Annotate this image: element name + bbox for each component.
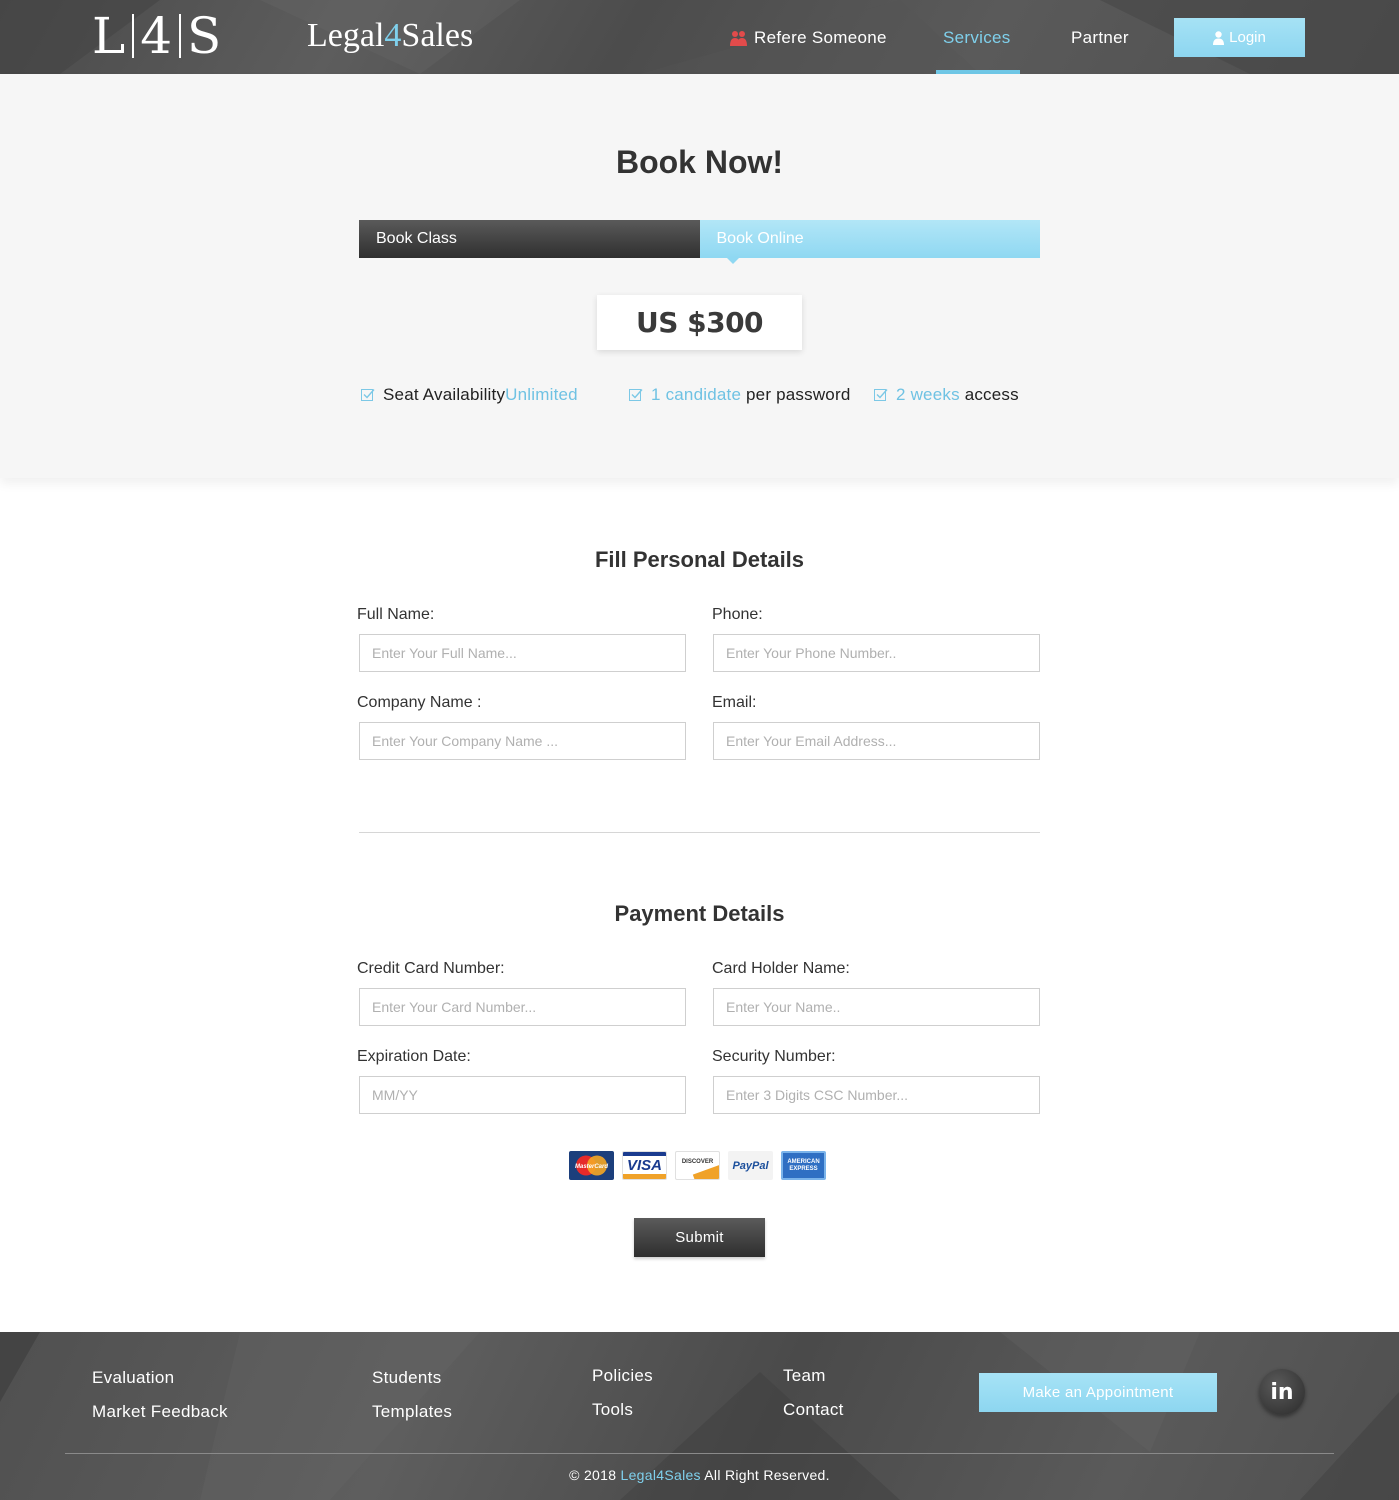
nav-partner[interactable]: Partner — [1071, 27, 1129, 49]
mastercard-text: MasterCard — [575, 1164, 608, 1170]
active-tab-arrow — [726, 258, 739, 264]
copyright: © 2018 Legal4Sales All Right Reserved. — [0, 1467, 1399, 1483]
logo-divider — [179, 14, 182, 58]
login-label: Login — [1229, 29, 1266, 46]
brand-name-num: 4 — [384, 17, 402, 54]
footer-link-market-feedback[interactable]: Market Feedback — [92, 1401, 228, 1423]
footer-link-policies[interactable]: Policies — [592, 1365, 653, 1387]
brand-name-pre: Legal — [307, 17, 385, 54]
tab-book-online-label: Book Online — [716, 230, 804, 247]
visa-icon: VISA — [622, 1151, 667, 1180]
expiration-date-input[interactable] — [359, 1076, 686, 1114]
site-header: L 4 S Legal4Sales Refere Someone Service… — [0, 0, 1399, 74]
security-number-input[interactable] — [713, 1076, 1040, 1114]
nav-services[interactable]: Services — [943, 27, 1011, 49]
feature-text: per password — [741, 385, 851, 404]
footer-link-team[interactable]: Team — [783, 1365, 826, 1387]
site-footer: Evaluation Market Feedback Students Temp… — [0, 1332, 1399, 1500]
mastercard-icon: MasterCard — [569, 1151, 614, 1180]
feature-highlight: 2 weeks — [896, 385, 960, 404]
feature-seat-availability: Seat Availability Unlimited — [361, 384, 578, 406]
mastercard-logo: MasterCard — [575, 1155, 608, 1176]
full-name-label: Full Name: — [357, 606, 435, 623]
feature-list: Seat Availability Unlimited 1 candidate … — [0, 384, 1399, 408]
copyright-post: All Right Reserved. — [700, 1467, 830, 1483]
feature-highlight: 1 candidate — [651, 385, 742, 404]
full-name-input[interactable] — [359, 634, 686, 672]
feature-highlight: Unlimited — [505, 385, 578, 404]
footer-link-evaluation[interactable]: Evaluation — [92, 1367, 174, 1389]
expiration-date-label: Expiration Date: — [357, 1048, 471, 1065]
checkbox-checked-icon — [629, 389, 643, 401]
discover-text: DISCOVER — [681, 1158, 714, 1165]
logo-divider — [132, 14, 135, 58]
company-name-input[interactable] — [359, 722, 686, 760]
make-appointment-button[interactable]: Make an Appointment — [979, 1373, 1217, 1412]
feature-text: access — [959, 385, 1019, 404]
footer-link-tools[interactable]: Tools — [592, 1399, 633, 1421]
nav-refer-label: Refere Someone — [754, 28, 887, 47]
payment-details-title: Payment Details — [614, 901, 785, 926]
footer-link-templates[interactable]: Templates — [372, 1401, 452, 1423]
card-holder-label: Card Holder Name: — [712, 960, 850, 977]
email-input[interactable] — [713, 722, 1040, 760]
price-display: US $300 — [597, 295, 802, 350]
logo-letter-4: 4 — [140, 7, 174, 65]
discover-icon: DISCOVER — [675, 1151, 720, 1180]
footer-divider — [65, 1453, 1334, 1454]
people-icon — [730, 31, 747, 46]
company-name-label: Company Name : — [357, 694, 482, 711]
logo-mark[interactable]: L 4 S — [92, 8, 222, 64]
copyright-pre: © 2018 — [569, 1467, 621, 1483]
brand-name[interactable]: Legal4Sales — [307, 16, 473, 56]
card-number-input[interactable] — [359, 988, 686, 1026]
email-label: Email: — [712, 694, 757, 711]
book-now-section: Book Now! Book Class Book Online US $300… — [0, 74, 1399, 478]
footer-link-contact[interactable]: Contact — [783, 1399, 844, 1421]
feature-access: 2 weeks access — [874, 384, 1019, 406]
page-title: Book Now! — [615, 144, 784, 180]
linkedin-icon[interactable]: in — [1259, 1369, 1305, 1415]
brand-name-post: Sales — [401, 17, 474, 54]
card-number-label: Credit Card Number: — [357, 960, 505, 977]
checkbox-checked-icon — [361, 389, 375, 401]
phone-input[interactable] — [713, 634, 1040, 672]
security-number-label: Security Number: — [712, 1048, 836, 1065]
logo-letter-l: L — [92, 7, 127, 65]
section-divider — [359, 832, 1040, 833]
card-holder-input[interactable] — [713, 988, 1040, 1026]
amex-icon: AMERICAN EXPRESS — [781, 1151, 826, 1180]
submit-button[interactable]: Submit — [634, 1218, 765, 1257]
nav-refer-someone[interactable]: Refere Someone — [730, 27, 887, 49]
checkbox-checked-icon — [874, 389, 888, 401]
paypal-icon: PayPal — [728, 1151, 773, 1180]
tab-book-class[interactable]: Book Class — [359, 220, 700, 258]
login-button[interactable]: Login — [1174, 18, 1305, 57]
phone-label: Phone: — [712, 606, 763, 623]
tab-book-online[interactable]: Book Online — [699, 220, 1040, 264]
booking-tabs: Book Class Book Online — [359, 220, 1040, 264]
personal-details-title: Fill Personal Details — [594, 547, 805, 572]
logo-letter-s: S — [187, 7, 223, 65]
accepted-cards: MasterCard VISA DISCOVER PayPal AMERICAN… — [569, 1151, 834, 1181]
feature-text: Seat Availability — [383, 385, 506, 404]
user-icon — [1213, 30, 1225, 45]
feature-candidate: 1 candidate per password — [629, 384, 850, 406]
copyright-brand-link[interactable]: Legal4Sales — [621, 1467, 701, 1483]
footer-link-students[interactable]: Students — [372, 1367, 442, 1389]
